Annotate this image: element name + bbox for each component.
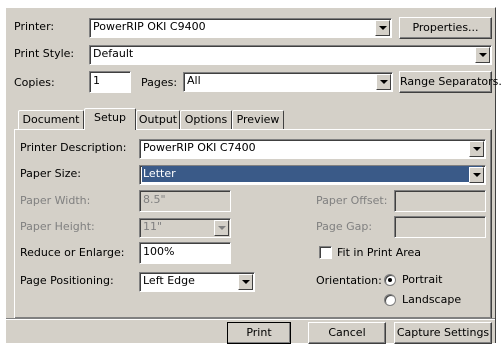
copies-value: 1 — [93, 74, 100, 87]
properties-button[interactable]: Properties... — [399, 17, 492, 39]
tab-options[interactable]: Options — [180, 110, 232, 129]
orientation-landscape-radio[interactable] — [384, 294, 396, 306]
reduce-enlarge-input[interactable]: 100% — [139, 242, 231, 264]
printer-description-value: PowerRIP OKI C7400 — [143, 141, 256, 154]
page-gap-input[interactable] — [394, 216, 486, 238]
page-positioning-label: Page Positioning: — [20, 274, 114, 287]
page-gap-label: Page Gap: — [316, 220, 373, 233]
paper-size-label: Paper Size: — [20, 167, 81, 180]
paper-height-value: 11" — [143, 220, 163, 233]
print-style-value: Default — [93, 47, 134, 60]
printer-description-label: Printer Description: — [20, 141, 127, 154]
paper-width-value: 8.5" — [143, 193, 166, 206]
tab-setup[interactable]: Setup — [84, 108, 136, 130]
printer-label: Printer: — [14, 20, 55, 33]
paper-size-value: Letter — [142, 166, 482, 182]
print-style-select[interactable]: Default — [89, 45, 492, 65]
paper-width-input[interactable]: 8.5" — [139, 190, 231, 212]
printer-select[interactable]: PowerRIP OKI C9400 — [89, 18, 392, 38]
range-separators-button[interactable]: Range Separators... — [399, 71, 501, 93]
copies-input[interactable]: 1 — [89, 71, 131, 93]
chevron-down-icon[interactable] — [238, 274, 253, 290]
paper-width-label: Paper Width: — [20, 194, 91, 207]
reduce-enlarge-value: 100% — [143, 245, 175, 258]
paper-offset-label: Paper Offset: — [316, 194, 388, 207]
tab-document[interactable]: Document — [18, 110, 84, 129]
paper-size-select[interactable]: Letter — [139, 165, 486, 185]
orientation-portrait-label: Portrait — [402, 273, 443, 286]
tab-output[interactable]: Output — [136, 110, 180, 129]
chevron-down-icon[interactable] — [469, 141, 484, 157]
chevron-down-icon[interactable] — [475, 47, 490, 63]
printer-description-select[interactable]: PowerRIP OKI C7400 — [139, 139, 486, 159]
orientation-portrait-radio[interactable] — [384, 274, 396, 286]
chevron-down-icon[interactable] — [376, 74, 391, 90]
footer-separator — [6, 318, 495, 320]
paper-offset-input[interactable] — [394, 190, 486, 212]
pages-label: Pages: — [141, 76, 178, 89]
page-positioning-select[interactable]: Left Edge — [139, 272, 255, 292]
pages-select[interactable]: All — [183, 72, 393, 92]
chevron-down-icon[interactable] — [375, 20, 390, 36]
fit-in-print-area-label: Fit in Print Area — [337, 246, 422, 259]
cancel-button[interactable]: Cancel — [308, 322, 386, 344]
radio-selected-dot — [388, 278, 392, 282]
copies-label: Copies: — [14, 76, 55, 89]
reduce-enlarge-label: Reduce or Enlarge: — [20, 246, 125, 259]
paper-height-select[interactable]: 11" — [139, 218, 231, 238]
tab-preview[interactable]: Preview — [232, 110, 284, 129]
capture-settings-button[interactable]: Capture Settings — [394, 322, 492, 344]
printer-value: PowerRIP OKI C9400 — [93, 20, 206, 33]
print-style-label: Print Style: — [14, 47, 75, 60]
fit-in-print-area-checkbox[interactable] — [319, 246, 332, 259]
print-button[interactable]: Print — [227, 322, 291, 344]
orientation-landscape-label: Landscape — [402, 293, 462, 306]
chevron-down-icon[interactable] — [469, 167, 484, 183]
chevron-down-icon — [214, 220, 229, 236]
print-dialog: Printer: PowerRIP OKI C9400 Properties..… — [5, 7, 501, 344]
orientation-label: Orientation: — [316, 274, 382, 287]
paper-height-label: Paper Height: — [20, 220, 95, 233]
pages-value: All — [187, 74, 201, 87]
page-positioning-value: Left Edge — [143, 274, 195, 287]
